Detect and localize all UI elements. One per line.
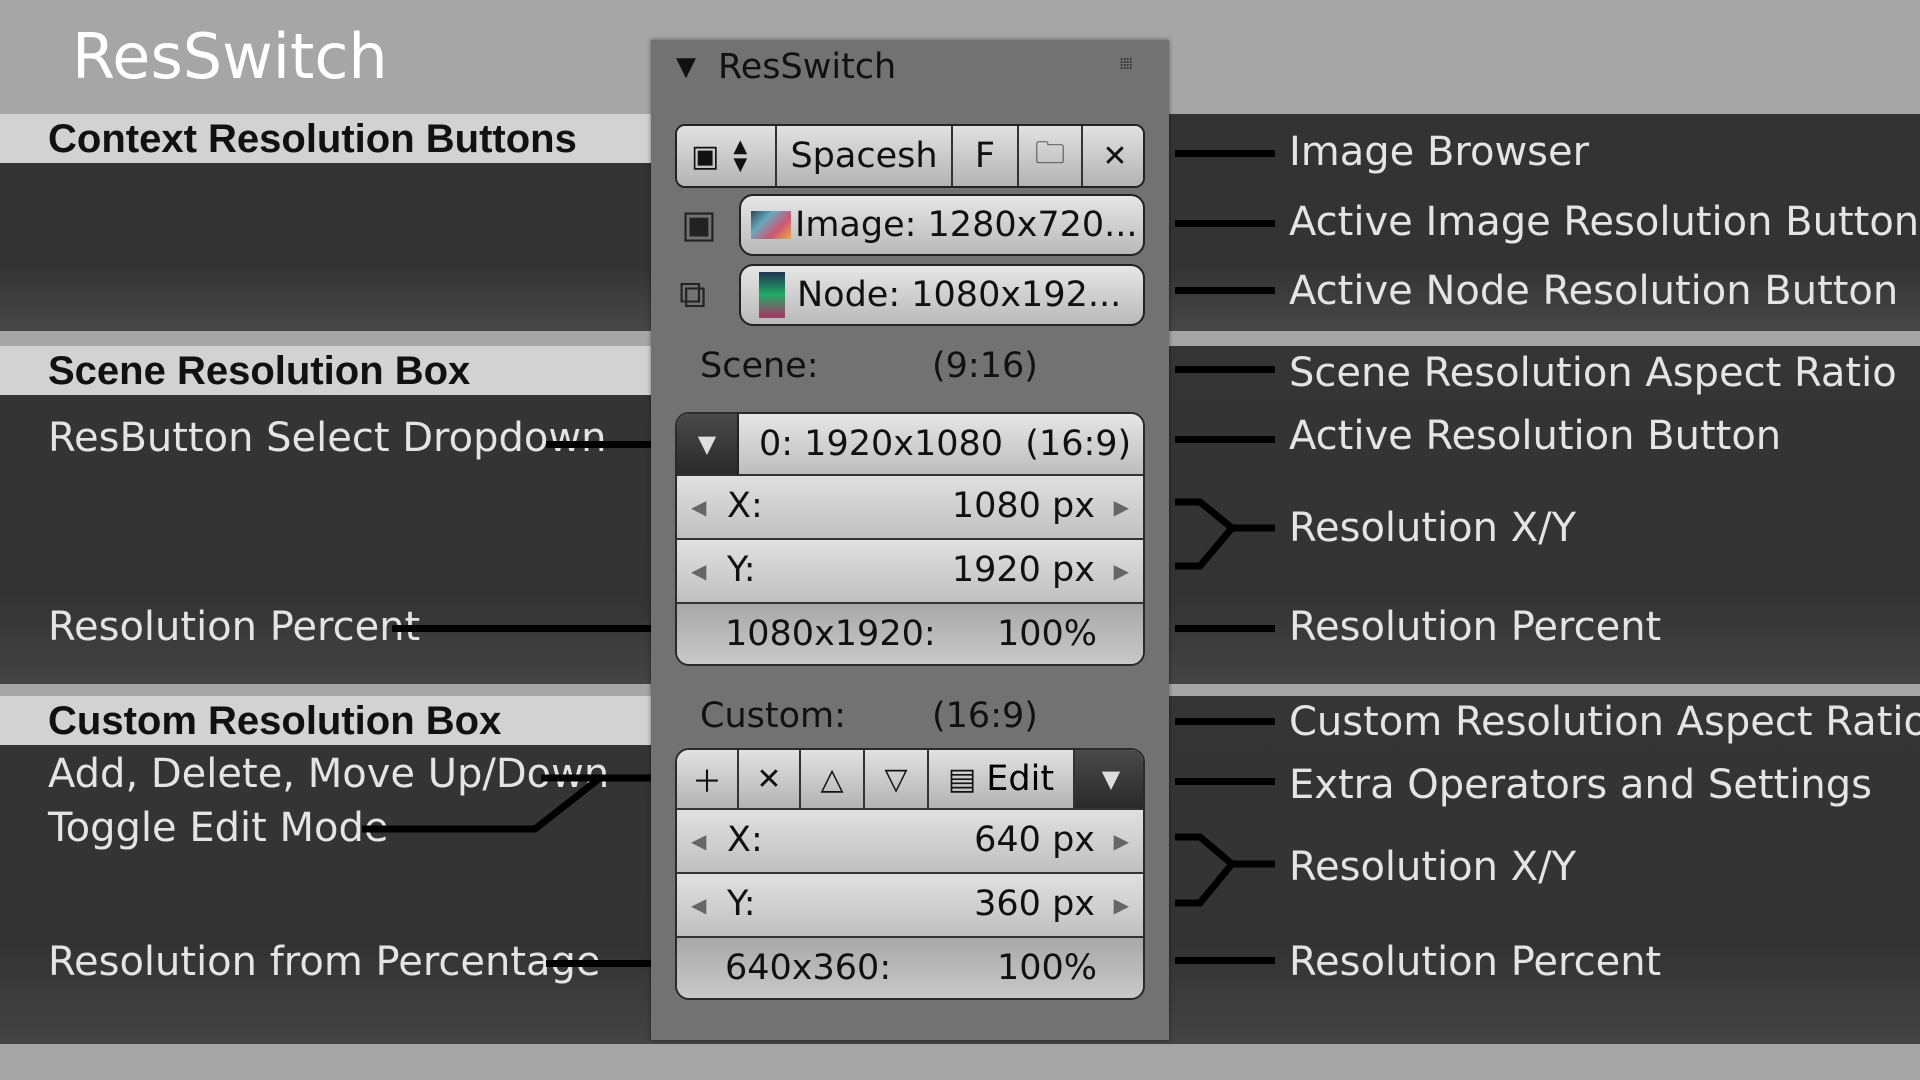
scene-aspect-ratio: (9:16) <box>932 346 1038 386</box>
custom-resolution-percent[interactable]: 640x360: 100% <box>677 938 1143 998</box>
image-browser: ▣ ▲ ▼ Spacesh F 🗀 ✕ <box>675 124 1145 188</box>
decrement-arrow-icon[interactable]: ◀ <box>691 829 706 853</box>
custom-resolution-x-slider[interactable]: ◀ X: 640 px ▶ <box>677 810 1143 874</box>
increment-arrow-icon[interactable]: ▶ <box>1114 829 1129 853</box>
delete-button[interactable]: ✕ <box>739 750 801 808</box>
panel-collapse-icon[interactable]: ▼ <box>676 52 696 82</box>
dropdown-triangle-icon: ▼ <box>697 430 717 458</box>
scene-label: Scene: <box>700 346 819 386</box>
drag-handle-icon[interactable]: ⁞⁞⁞⁞ <box>1119 54 1133 73</box>
folder-icon: 🗀 <box>1035 135 1065 171</box>
node-editor-icon: ⧉ <box>679 272 707 316</box>
custom-label: Custom: <box>700 696 846 736</box>
decrement-arrow-icon[interactable]: ◀ <box>691 495 706 519</box>
decrement-arrow-icon[interactable]: ◀ <box>691 559 706 583</box>
increment-arrow-icon[interactable]: ▶ <box>1114 559 1129 583</box>
close-icon: ✕ <box>1102 138 1128 174</box>
notepad-icon: ▤ <box>947 761 977 797</box>
scene-resolution-y-slider[interactable]: ◀ Y: 1920 px ▶ <box>677 540 1143 604</box>
active-node-resolution-button[interactable]: Node: 1080x192... <box>739 264 1145 326</box>
resswitch-panel: ▼ ResSwitch ⁞⁞⁞⁞ ▣ ▲ ▼ Spacesh F 🗀 ✕ ▣ Im… <box>651 40 1169 1040</box>
triangle-up-icon: △ <box>820 761 844 797</box>
decrement-arrow-icon[interactable]: ◀ <box>691 893 706 917</box>
image-editor-icon: ▣ <box>681 202 717 246</box>
fake-user-button[interactable]: F <box>953 126 1019 186</box>
open-folder-button[interactable]: 🗀 <box>1019 126 1083 186</box>
image-icon: ▣ <box>691 138 720 174</box>
active-image-resolution-button[interactable]: Image: 1280x720... <box>739 194 1145 256</box>
triangle-down-icon: ▽ <box>884 761 908 797</box>
active-resolution-button[interactable]: 0: 1920x1080 (16:9) <box>739 414 1143 474</box>
toggle-edit-button[interactable]: ▤ Edit <box>929 750 1075 808</box>
up-down-arrows-icon: ▲ ▼ <box>733 136 748 175</box>
custom-resolution-y-slider[interactable]: ◀ Y: 360 px ▶ <box>677 874 1143 938</box>
dropdown-triangle-icon: ▼ <box>1101 765 1121 793</box>
scene-resolution-percent[interactable]: 1080x1920: 100% <box>677 604 1143 664</box>
add-button[interactable]: ＋ <box>677 750 739 808</box>
custom-aspect-ratio: (16:9) <box>932 696 1038 736</box>
increment-arrow-icon[interactable]: ▶ <box>1114 495 1129 519</box>
image-thumbnail-icon <box>751 211 791 239</box>
increment-arrow-icon[interactable]: ▶ <box>1114 893 1129 917</box>
custom-resolution-box: ＋ ✕ △ ▽ ▤ Edit ▼ ◀ X: 640 px ▶ ◀ Y: 360 … <box>675 748 1145 1000</box>
unlink-button[interactable]: ✕ <box>1083 126 1143 186</box>
resbutton-select-dropdown[interactable]: ▼ <box>677 414 739 474</box>
image-browse-button[interactable]: ▣ ▲ ▼ <box>677 126 777 186</box>
node-thumbnail-icon <box>759 272 785 318</box>
extra-operators-dropdown[interactable]: ▼ <box>1075 750 1143 808</box>
scene-resolution-box: ▼ 0: 1920x1080 (16:9) ◀ X: 1080 px ▶ ◀ Y… <box>675 412 1145 666</box>
image-name-field[interactable]: Spacesh <box>777 126 953 186</box>
move-down-button[interactable]: ▽ <box>865 750 929 808</box>
plus-icon: ＋ <box>692 765 722 800</box>
move-up-button[interactable]: △ <box>801 750 865 808</box>
close-icon: ✕ <box>756 761 782 797</box>
custom-operators-row: ＋ ✕ △ ▽ ▤ Edit ▼ <box>677 750 1143 810</box>
scene-resolution-x-slider[interactable]: ◀ X: 1080 px ▶ <box>677 476 1143 540</box>
panel-header-title: ResSwitch <box>718 47 897 87</box>
active-resolution-row: ▼ 0: 1920x1080 (16:9) <box>677 414 1143 476</box>
